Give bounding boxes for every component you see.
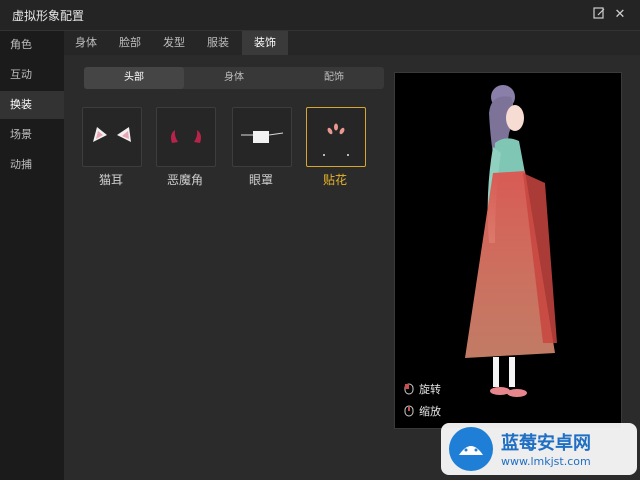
main-panel: 身体 脸部 发型 服装 装饰 头部 身体 配饰 猫耳 恶魔角 眼罩 贴花 旋转 … (64, 31, 640, 480)
subtab-head[interactable]: 头部 (84, 67, 184, 89)
subtab-accessory[interactable]: 配饰 (284, 67, 384, 89)
zoom-hint: 缩放 (403, 403, 441, 419)
tab-body[interactable]: 身体 (64, 31, 108, 55)
watermark-url: www.lmkjst.com (501, 455, 591, 468)
sidebar-item-character[interactable]: 角色 (0, 31, 64, 59)
sidebar-item-scene[interactable]: 场景 (0, 121, 64, 149)
tab-face[interactable]: 脸部 (108, 31, 152, 55)
category-tabs: 身体 脸部 发型 服装 装饰 (64, 31, 640, 55)
close-icon[interactable]: ✕ (611, 6, 629, 24)
accessory-card-decal[interactable] (306, 107, 366, 167)
cat-ears-icon (93, 127, 131, 142)
edit-icon[interactable] (590, 6, 608, 24)
accessory-card-cat-ears[interactable] (82, 107, 142, 167)
tab-clothing[interactable]: 服装 (196, 31, 240, 55)
rotate-label: 旋转 (419, 383, 441, 396)
avatar-figure (465, 85, 557, 397)
mouse-rotate-icon (404, 383, 414, 395)
sidebar-item-interact[interactable]: 互动 (0, 61, 64, 89)
sidebar-item-dressup[interactable]: 换装 (0, 91, 64, 119)
zoom-label: 缩放 (419, 405, 441, 418)
mouse-scroll-icon (404, 405, 414, 417)
subtab-body[interactable]: 身体 (184, 67, 284, 89)
accessory-card-eye-mask[interactable] (232, 107, 292, 167)
watermark-brand: 蓝莓安卓网 (501, 433, 591, 454)
sidebar-item-motion-capture[interactable]: 动捕 (0, 151, 64, 179)
subtab-selector: 头部 身体 配饰 (84, 67, 384, 89)
accessory-label-cat-ears: 猫耳 (98, 173, 123, 187)
decal-icon (323, 123, 349, 156)
accessory-label-devil-horns: 恶魔角 (166, 173, 203, 187)
accessory-label-decal: 贴花 (322, 173, 347, 187)
avatar-preview[interactable]: 旋转 缩放 (394, 72, 622, 429)
watermark: 蓝莓安卓网 www.lmkjst.com (441, 423, 637, 475)
sidebar: 角色 互动 换装 场景 动捕 (0, 31, 64, 480)
title-bar: 虚拟形象配置 ✕ (0, 0, 640, 31)
tab-decoration[interactable]: 装饰 (242, 31, 288, 55)
devil-horns-icon (171, 130, 201, 143)
window-title: 虚拟形象配置 (12, 9, 85, 23)
rotate-hint: 旋转 (403, 381, 441, 397)
tab-hair[interactable]: 发型 (152, 31, 196, 55)
eye-mask-icon (241, 131, 284, 143)
accessory-label-eye-mask: 眼罩 (248, 173, 273, 187)
accessory-card-devil-horns[interactable] (156, 107, 216, 167)
